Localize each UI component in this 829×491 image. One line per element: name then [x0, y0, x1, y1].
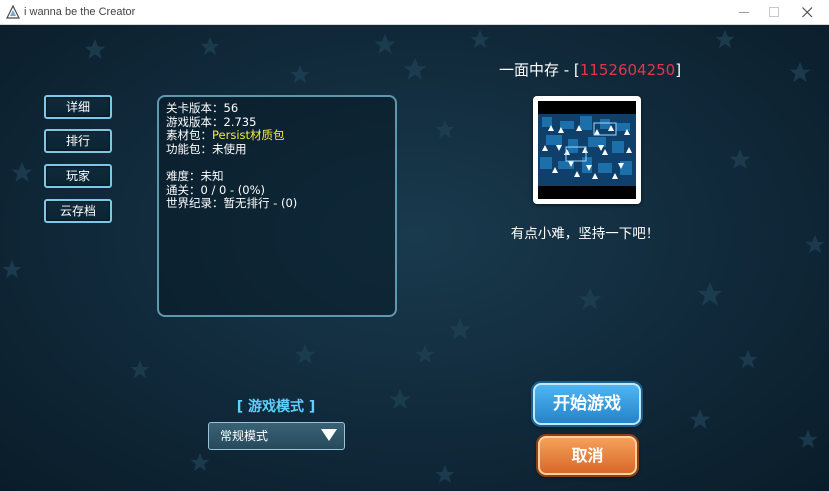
level-title: 一面中存 - [1152604250] [498, 61, 682, 79]
level-id: 1152604250 [579, 61, 676, 79]
level-detail-screen: 详细 排行 玩家 云存档 关卡版本：56 游戏版本：2.735 素材包：Pers… [0, 25, 829, 491]
difficulty-row: 难度：未知 [166, 168, 224, 183]
window-title: i wanna be the Creator [24, 6, 136, 18]
level-description: 有点小难，坚持一下吧！ [510, 226, 660, 242]
maximize-icon [769, 7, 779, 17]
game-mode-selected: 常规模式 [220, 429, 269, 443]
details-button[interactable]: 详细 [44, 95, 112, 119]
level-thumbnail [533, 96, 641, 204]
start-game-button[interactable]: 开始游戏 [533, 383, 641, 425]
ranking-button[interactable]: 排行 [44, 129, 112, 153]
asset-pack-row: 素材包：Persist材质包 [166, 128, 285, 143]
app-icon [6, 5, 20, 19]
level-info-panel: 关卡版本：56 游戏版本：2.735 素材包：Persist材质包 功能包：未使… [157, 95, 397, 317]
game-mode-dropdown[interactable]: 常规模式 [208, 422, 345, 450]
starfield-background [2, 30, 825, 484]
game-mode-label: [ 游戏模式 ] [236, 399, 316, 415]
level-version-row: 关卡版本：56 [166, 101, 239, 115]
minimize-button[interactable] [727, 0, 761, 25]
cancel-button[interactable]: 取消 [538, 436, 637, 475]
asset-pack-value: Persist材质包 [212, 128, 285, 143]
close-icon [802, 7, 813, 18]
players-button[interactable]: 玩家 [44, 164, 112, 188]
cloud-save-button[interactable]: 云存档 [44, 199, 112, 223]
game-version-row: 游戏版本：2.735 [166, 114, 257, 129]
level-preview-image [538, 101, 636, 199]
window-titlebar: i wanna be the Creator [0, 0, 829, 25]
maximize-button[interactable] [757, 0, 791, 25]
function-pack-row: 功能包：未使用 [166, 141, 247, 156]
clears-row: 通关：0 / 0 - (0%) [166, 182, 265, 197]
minimize-icon [739, 12, 749, 13]
world-record-row: 世界纪录：暂无排行 - (0) [166, 196, 298, 211]
level-name: 一面中存 [498, 61, 559, 79]
chevron-down-icon [321, 429, 337, 441]
close-button[interactable] [790, 0, 824, 25]
